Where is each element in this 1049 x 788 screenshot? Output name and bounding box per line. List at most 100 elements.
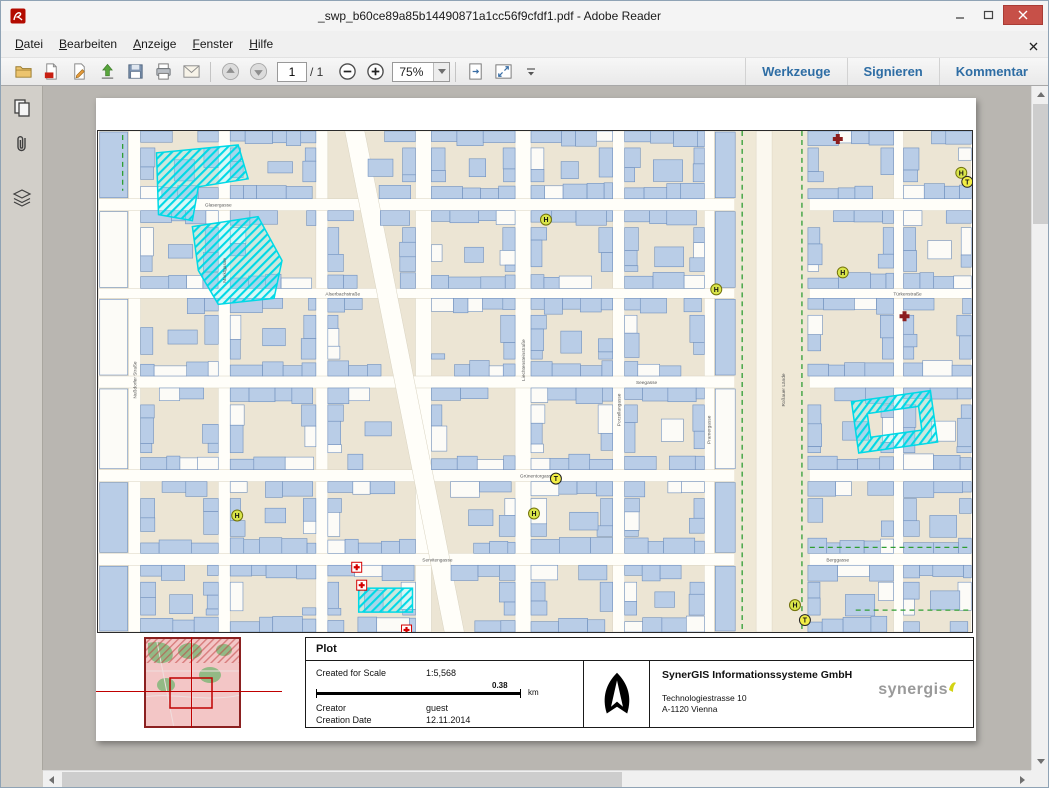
tram-stop-marker: H [232,510,243,521]
signieren-panel-button[interactable]: Signieren [847,58,939,85]
menu-bearbeiten[interactable]: Bearbeiten [51,33,125,55]
zoom-level-combo[interactable]: 75% [392,62,450,82]
zoom-in-button[interactable] [361,60,389,84]
taxi-stand-marker: T [550,473,561,484]
creation-date-field-label: Creation Date [316,715,372,725]
maximize-button[interactable] [974,5,1003,25]
synergis-logo-accent-icon [948,681,957,694]
company-address-line1: Technologiestrasse 10 [662,693,747,703]
send-file-button[interactable] [93,60,121,84]
vertical-scrollbar-thumb[interactable] [1033,104,1048,224]
plus-circle-icon [366,62,385,81]
taxi-stand-marker: T [962,176,973,187]
scroll-left-arrow[interactable] [43,771,60,788]
plot-title: Plot [316,643,337,655]
email-button[interactable] [177,60,205,84]
print-button[interactable] [149,60,177,84]
vertical-scrollbar[interactable] [1031,86,1048,770]
pdf-page: Glasergasse Marktgasse Alserbachstraße L… [96,98,976,741]
minimize-button[interactable] [945,5,974,25]
arrow-down-circle-icon [249,62,268,81]
toolbar-overflow-button[interactable] [517,60,545,84]
kommentar-panel-button[interactable]: Kommentar [939,58,1044,85]
zoom-level-value: 75% [393,65,433,79]
svg-text:H: H [792,603,797,610]
previous-page-button[interactable] [216,60,244,84]
horizontal-scrollbar[interactable] [43,770,1031,787]
menu-datei[interactable]: Datei [7,33,51,55]
reading-mode-button[interactable] [489,60,517,84]
page-total-label: / 1 [310,65,323,79]
crosshair-horizontal-line [96,691,282,692]
svg-text:T: T [554,476,559,483]
company-name: SynerGIS Informationssysteme GmbH [662,669,852,681]
company-cell: SynerGIS Informationssysteme GmbH Techno… [650,661,973,727]
upload-arrow-icon [98,62,117,81]
north-arrow-icon [600,669,634,719]
overflow-chevron-icon [525,66,537,78]
scroll-up-arrow[interactable] [1032,86,1049,103]
layers-icon [12,188,32,208]
adobe-reader-window: _swp_b60ce89a85b14490871a1cc56f9cfdf1.pd… [0,0,1049,788]
tram-stop-marker: H [711,284,722,295]
zoom-out-button[interactable] [333,60,361,84]
svg-text:H: H [531,511,536,518]
map-canvas[interactable]: Glasergasse Marktgasse Alserbachstraße L… [97,130,973,633]
menubar-close-icon[interactable] [1029,38,1038,56]
street-label: Alserbachstraße [325,291,360,297]
menu-hilfe[interactable]: Hilfe [241,33,281,55]
layers-button[interactable] [7,184,37,212]
menu-anzeige[interactable]: Anzeige [125,33,184,55]
close-button[interactable] [1003,5,1043,25]
scale-distance: 0.38 [492,681,508,690]
pharmacy-cross-marker [352,562,362,572]
paperclip-icon [12,134,32,154]
street-label: Seegasse [636,380,658,386]
open-file-button[interactable] [9,60,37,84]
arrow-up-circle-icon [221,62,240,81]
street-label: Porzellangasse [617,393,623,426]
scroll-down-arrow[interactable] [1032,753,1049,770]
svg-text:H: H [543,217,548,224]
creator-field-label: Creator [316,703,346,713]
street-label: Nußdorfer Straße [133,361,139,398]
synergis-logo: synergis [878,681,957,699]
synergis-logo-text: synergis [878,681,948,699]
toolbar-separator [455,62,456,82]
next-page-button[interactable] [244,60,272,84]
tram-stop-marker: H [540,214,551,225]
street-label: Türkenstraße [893,291,922,297]
scale-bar [316,692,521,695]
street-label: Marktgasse [222,258,228,283]
selected-parcel [359,588,413,612]
page-fit-button[interactable] [461,60,489,84]
svg-text:T: T [965,179,970,186]
scale-field-value: 1:5,568 [426,668,456,678]
create-pdf-button[interactable] [37,60,65,84]
page-thumbnails-icon [12,98,32,118]
plot-info-table: Plot Created for Scale 1:5,568 0.38 km C… [305,637,974,728]
navigation-sidebar [1,86,43,770]
page-fit-icon [466,62,485,81]
street-label: Roßauer Lände [781,373,787,406]
street-label: Berggasse [826,557,849,563]
document-area[interactable]: Glasergasse Marktgasse Alserbachstraße L… [43,86,1031,770]
werkzeuge-panel-button[interactable]: Werkzeuge [745,58,846,85]
scroll-right-arrow[interactable] [1014,771,1031,788]
zoom-dropdown-arrow[interactable] [433,63,449,81]
page-number-input[interactable] [277,62,307,82]
menu-fenster[interactable]: Fenster [184,33,241,55]
horizontal-scrollbar-thumb[interactable] [62,772,622,787]
street-label: Grünentorgasse [520,474,555,480]
plot-title-row: Plot [306,638,973,661]
save-button[interactable] [121,60,149,84]
title-bar[interactable]: _swp_b60ce89a85b14490871a1cc56f9cfdf1.pd… [1,1,1048,31]
scrollbar-corner [1031,770,1048,787]
adobe-reader-app-icon [10,8,26,24]
attachments-button[interactable] [7,130,37,158]
svg-text:H: H [714,287,719,294]
page-thumbnails-button[interactable] [7,94,37,122]
creation-date-field-value: 12.11.2014 [426,715,470,725]
create-pdf-icon [42,62,61,81]
sign-document-button[interactable] [65,60,93,84]
